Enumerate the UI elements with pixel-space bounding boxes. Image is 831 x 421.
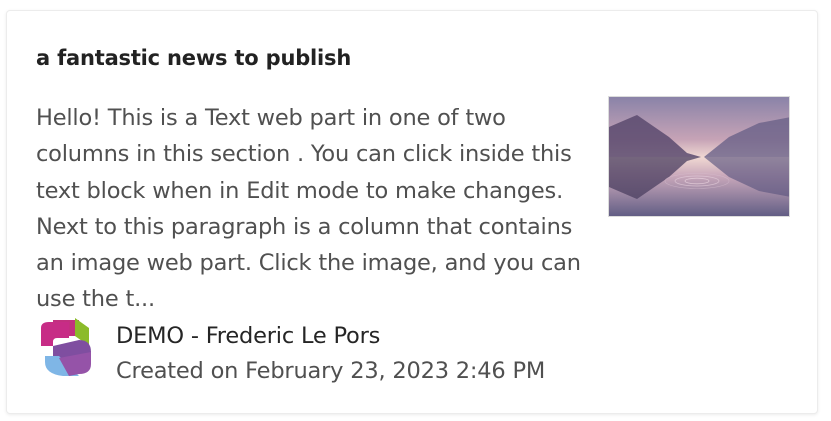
lake-landscape-image — [609, 97, 789, 216]
site-logo-icon — [39, 318, 95, 376]
news-thumbnail[interactable] — [608, 96, 790, 217]
author-name: DEMO - Frederic Le Pors — [116, 323, 381, 349]
news-description: Hello! This is a Text web part in one of… — [36, 105, 581, 313]
news-title[interactable]: a fantastic news to publish — [36, 46, 351, 70]
created-date: Created on February 23, 2023 2:46 PM — [116, 358, 546, 384]
news-card[interactable]: a fantastic news to publish Hello! This … — [6, 10, 818, 414]
